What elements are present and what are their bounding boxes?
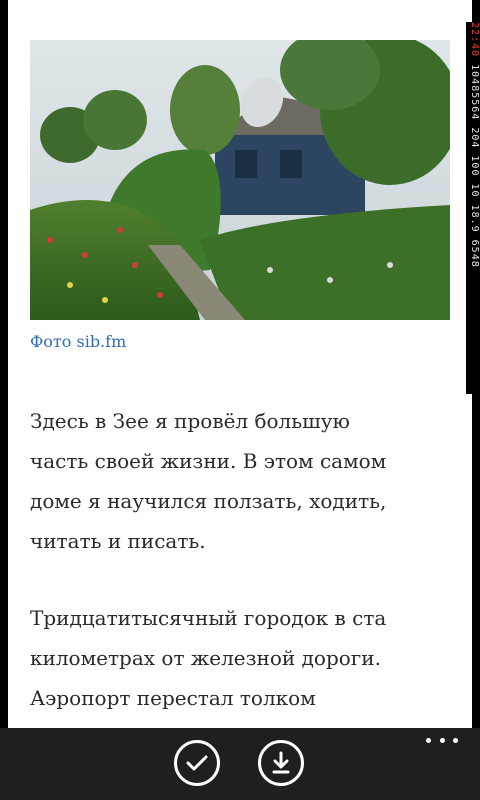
- photo-caption-link[interactable]: Фото sib.fm: [30, 332, 126, 351]
- download-icon: [272, 751, 290, 774]
- article-paragraph-1: Здесь в Зее я провёл большую часть своей…: [30, 401, 386, 561]
- status-values: 10485564 204 100 10 18.9 6548: [469, 64, 480, 268]
- check-icon: [186, 755, 208, 771]
- status-readout: 22:40 10485564 204 100 10 18.9 6548: [466, 22, 480, 394]
- more-dot: [426, 737, 431, 743]
- status-time: 22:40: [469, 22, 480, 58]
- check-button[interactable]: [174, 740, 220, 786]
- screen: Фото sib.fm Здесь в Зее я провёл большую…: [0, 0, 480, 800]
- paragraph-line: Здесь в Зее я провёл большую: [30, 409, 350, 433]
- paragraph-line: Тридцатитысячный городок в ста: [30, 606, 387, 630]
- paragraph-line: часть своей жизни. В этом самом: [30, 449, 387, 473]
- system-status-strip: 22:40 10485564 204 100 10 18.9 6548: [466, 22, 480, 394]
- photo-illustration: [30, 40, 450, 320]
- article-photo[interactable]: [30, 40, 450, 320]
- paragraph-line: читать и писать.: [30, 529, 206, 553]
- article-paragraph-2: Тридцатитысячный городок в ста километра…: [30, 598, 386, 718]
- paragraph-line: Аэропорт перестал толком: [30, 686, 316, 710]
- paragraph-line: доме я научился ползать, ходить,: [30, 489, 387, 513]
- paragraph-line: километрах от железной дороги.: [30, 646, 381, 670]
- application-bar: [0, 728, 480, 800]
- more-dot: [439, 737, 445, 743]
- more-icon[interactable]: [426, 732, 458, 748]
- more-dot: [453, 737, 458, 743]
- article-page[interactable]: Фото sib.fm Здесь в Зее я провёл большую…: [8, 0, 472, 728]
- download-button[interactable]: [258, 740, 304, 786]
